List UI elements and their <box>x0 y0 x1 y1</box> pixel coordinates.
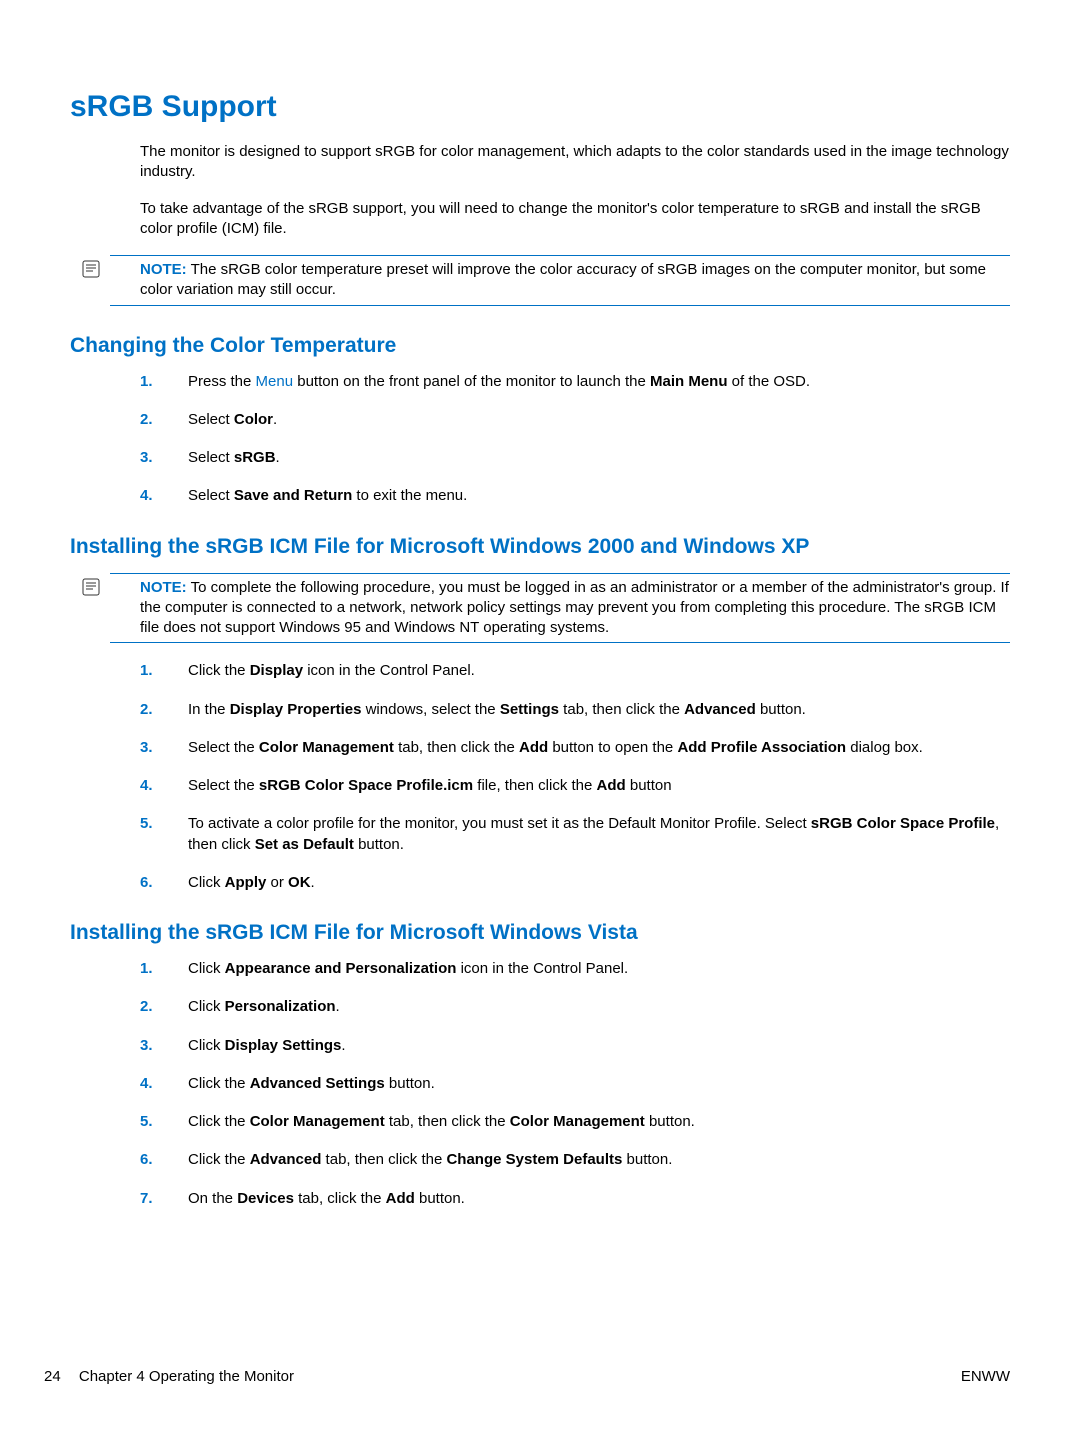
list-item: Click Apply or OK. <box>140 873 1010 893</box>
intro-paragraph-1: The monitor is designed to support sRGB … <box>70 142 1010 183</box>
page-footer: 24 Chapter 4 Operating the Monitor ENWW <box>44 1368 1010 1385</box>
note-icon <box>82 260 100 285</box>
steps-win2000-xp: Click the Display icon in the Control Pa… <box>70 661 1010 893</box>
steps-color-temp: Press the Menu button on the front panel… <box>70 372 1010 507</box>
list-item: To activate a color profile for the moni… <box>140 814 1010 855</box>
footer-chapter: Chapter 4 Operating the Monitor <box>79 1368 294 1385</box>
list-item: Select Color. <box>140 410 1010 430</box>
steps-vista: Click Appearance and Personalization ico… <box>70 959 1010 1209</box>
note-box-1: NOTE: The sRGB color temperature preset … <box>110 255 1010 306</box>
list-item: Select sRGB. <box>140 448 1010 468</box>
list-item: Click the Advanced Settings button. <box>140 1074 1010 1094</box>
page-number: 24 <box>44 1368 61 1385</box>
footer-right: ENWW <box>961 1368 1010 1385</box>
note-label: NOTE: <box>140 579 187 596</box>
menu-link: Menu <box>256 373 294 390</box>
list-item: On the Devices tab, click the Add button… <box>140 1189 1010 1209</box>
section-heading-color-temp: Changing the Color Temperature <box>70 334 1010 358</box>
section-heading-vista: Installing the sRGB ICM File for Microso… <box>70 921 1010 945</box>
list-item: Click Personalization. <box>140 997 1010 1017</box>
list-item: Select the sRGB Color Space Profile.icm … <box>140 776 1010 796</box>
section-heading-win2000-xp: Installing the sRGB ICM File for Microso… <box>70 535 1010 559</box>
note-label: NOTE: <box>140 261 187 278</box>
note-text: The sRGB color temperature preset will i… <box>140 261 986 298</box>
page-title: sRGB Support <box>70 90 1010 124</box>
note-text: To complete the following procedure, you… <box>140 579 1009 637</box>
list-item: In the Display Properties windows, selec… <box>140 700 1010 720</box>
list-item: Click Appearance and Personalization ico… <box>140 959 1010 979</box>
list-item: Press the Menu button on the front panel… <box>140 372 1010 392</box>
intro-paragraph-2: To take advantage of the sRGB support, y… <box>70 199 1010 240</box>
note-icon <box>82 578 100 603</box>
list-item: Click the Color Management tab, then cli… <box>140 1112 1010 1132</box>
list-item: Click the Display icon in the Control Pa… <box>140 661 1010 681</box>
note-box-2: NOTE: To complete the following procedur… <box>110 573 1010 644</box>
list-item: Select the Color Management tab, then cl… <box>140 738 1010 758</box>
list-item: Click the Advanced tab, then click the C… <box>140 1150 1010 1170</box>
list-item: Select Save and Return to exit the menu. <box>140 486 1010 506</box>
list-item: Click Display Settings. <box>140 1036 1010 1056</box>
